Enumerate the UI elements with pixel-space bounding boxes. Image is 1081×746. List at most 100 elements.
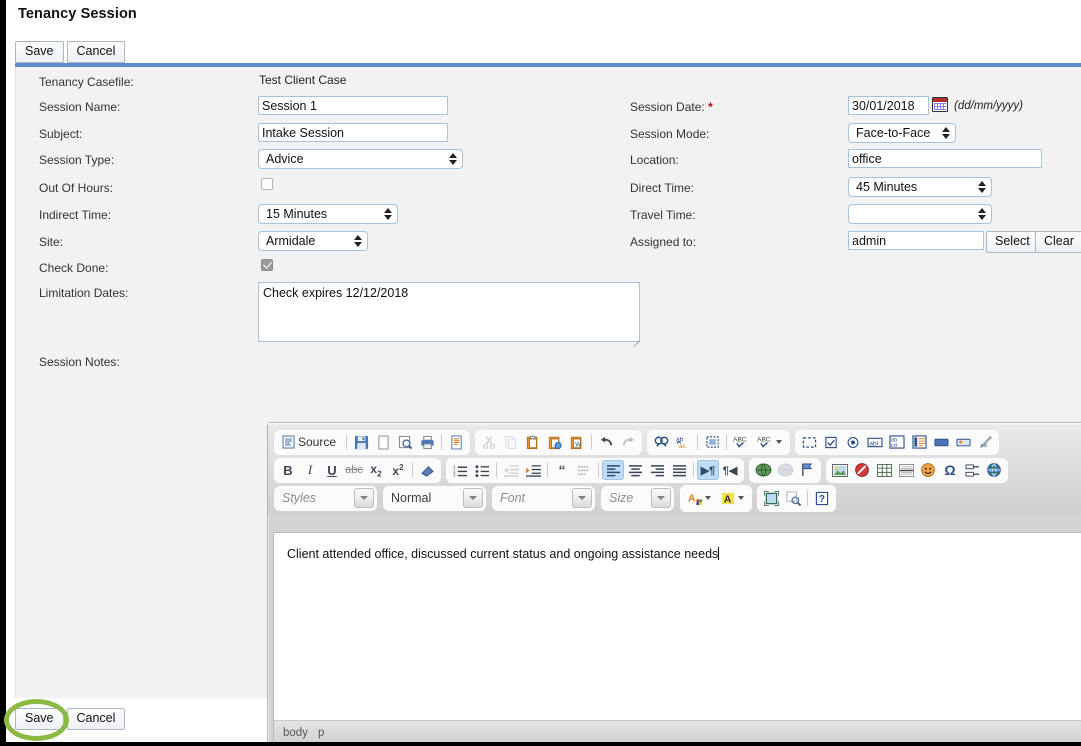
align-center-icon[interactable] [624, 460, 646, 480]
unlink-icon[interactable] [774, 460, 796, 480]
ltr-icon[interactable]: ▶¶ [697, 460, 719, 480]
smiley-icon[interactable] [917, 460, 939, 480]
textarea-icon[interactable]: ab cd [886, 432, 908, 452]
table-icon[interactable] [873, 460, 895, 480]
top-action-bar: Save Cancel [15, 41, 128, 63]
bold-icon[interactable]: B [277, 460, 299, 480]
spellcheck-menu-icon[interactable]: ABC [752, 432, 787, 452]
hidden-field-icon[interactable]: cd [974, 432, 996, 452]
copy-icon[interactable] [500, 432, 522, 452]
remove-format-icon[interactable] [416, 460, 438, 480]
print-icon[interactable] [416, 432, 438, 452]
travel-time-select[interactable] [848, 204, 992, 224]
indent-icon[interactable] [522, 460, 544, 480]
maximize-icon[interactable] [760, 488, 782, 508]
subscript-icon[interactable]: x2 [365, 460, 387, 480]
radio-icon[interactable] [842, 432, 864, 452]
image-icon[interactable] [829, 460, 851, 480]
preview-icon[interactable] [394, 432, 416, 452]
site-select[interactable]: Armidale [258, 231, 368, 251]
create-div-icon[interactable] [573, 460, 595, 480]
assigned-to-select-button[interactable]: Select [986, 231, 1039, 253]
cancel-button-top[interactable]: Cancel [66, 41, 126, 63]
location-input[interactable] [848, 149, 1042, 168]
select-all-icon[interactable] [701, 432, 723, 452]
editor-content-area[interactable]: Client attended office, discussed curren… [273, 532, 1081, 720]
anchor-icon[interactable] [796, 460, 818, 480]
calendar-icon[interactable] [932, 97, 948, 112]
textfield-icon[interactable]: abl [864, 432, 886, 452]
rtl-icon[interactable]: ¶◀ [719, 460, 741, 480]
assigned-to-clear-button[interactable]: Clear [1035, 231, 1081, 253]
session-name-input[interactable] [258, 96, 448, 115]
size-combo[interactable]: Size [601, 486, 674, 510]
select-field-icon[interactable] [908, 432, 930, 452]
link-icon[interactable] [752, 460, 774, 480]
templates-icon[interactable] [445, 432, 467, 452]
new-page-icon[interactable] [372, 432, 394, 452]
check-done-checkbox[interactable] [261, 259, 273, 271]
toolbar-group-colors: A A [680, 485, 752, 511]
align-left-icon[interactable] [602, 460, 624, 480]
save-icon[interactable] [350, 432, 372, 452]
iframe-icon[interactable] [983, 460, 1005, 480]
save-button-bottom[interactable]: Save [15, 708, 64, 730]
flash-icon[interactable] [851, 460, 873, 480]
button-icon[interactable] [930, 432, 952, 452]
italic-icon[interactable]: I [299, 460, 321, 480]
path-item-body[interactable]: body [283, 727, 308, 739]
source-button[interactable]: Source [277, 432, 343, 452]
underline-icon[interactable]: U [321, 460, 343, 480]
session-date-input[interactable] [848, 96, 929, 115]
paste-word-icon[interactable]: W [566, 432, 588, 452]
bulleted-list-icon[interactable] [471, 460, 493, 480]
background-color-icon[interactable]: A [716, 488, 749, 508]
session-type-select[interactable]: Advice [258, 149, 463, 169]
undo-icon[interactable] [595, 432, 617, 452]
subject-input[interactable] [258, 123, 448, 142]
styles-combo[interactable]: Styles [274, 486, 377, 510]
horizontal-rule-icon[interactable] [895, 460, 917, 480]
out-of-hours-checkbox[interactable] [261, 178, 273, 190]
spellcheck-icon[interactable]: ABC [730, 432, 752, 452]
format-combo[interactable]: Normal [383, 486, 486, 510]
session-mode-select[interactable]: Face-to-Face [848, 123, 956, 143]
rich-text-editor[interactable]: Source W ab ac ABC ABC abl ab cd cd B I … [267, 422, 1081, 746]
blockquote-icon[interactable]: “ [551, 460, 573, 480]
redo-icon[interactable] [617, 432, 639, 452]
path-item-p[interactable]: p [318, 727, 324, 739]
special-char-icon[interactable]: Ω [939, 460, 961, 480]
paste-text-icon[interactable] [544, 432, 566, 452]
indirect-time-select[interactable]: 15 Minutes [258, 204, 398, 224]
limitation-dates-textarea[interactable]: Check expires 12/12/2018 [258, 282, 640, 342]
page-break-icon[interactable] [961, 460, 983, 480]
superscript-icon[interactable]: x2 [387, 460, 409, 480]
replace-icon[interactable]: ab ac [672, 432, 694, 452]
checkbox-icon[interactable] [820, 432, 842, 452]
align-justify-icon[interactable] [668, 460, 690, 480]
outdent-icon[interactable] [500, 460, 522, 480]
toolbar-group-forms: abl ab cd cd [795, 430, 1000, 454]
toolbar-row-2: B I U abc x2 x2 1 2 3 “ ▶¶ ¶◀ Ω [274, 457, 1081, 483]
numbered-list-icon[interactable]: 123 [449, 460, 471, 480]
toolbar-sep [726, 434, 728, 450]
toolbar-sep [441, 434, 443, 450]
strike-icon[interactable]: abc [343, 460, 365, 480]
text-color-icon[interactable]: A [683, 488, 716, 508]
about-icon[interactable]: ? [811, 488, 833, 508]
font-combo[interactable]: Font [492, 486, 595, 510]
paste-icon[interactable] [522, 432, 544, 452]
cancel-button-bottom[interactable]: Cancel [66, 708, 126, 730]
align-right-icon[interactable] [646, 460, 668, 480]
image-button-icon[interactable] [952, 432, 974, 452]
save-button-top[interactable]: Save [15, 41, 64, 63]
toolbar-group-basicstyles: B I U abc x2 x2 [274, 458, 441, 482]
cut-icon[interactable] [478, 432, 500, 452]
form-icon[interactable] [798, 432, 820, 452]
direct-time-select[interactable]: 45 Minutes [848, 177, 992, 197]
show-blocks-icon[interactable] [782, 488, 804, 508]
label-indirect-time: Indirect Time: [39, 208, 112, 222]
assigned-to-input[interactable] [848, 231, 984, 250]
find-icon[interactable] [650, 432, 672, 452]
styles-combo-value: Styles [282, 491, 317, 505]
